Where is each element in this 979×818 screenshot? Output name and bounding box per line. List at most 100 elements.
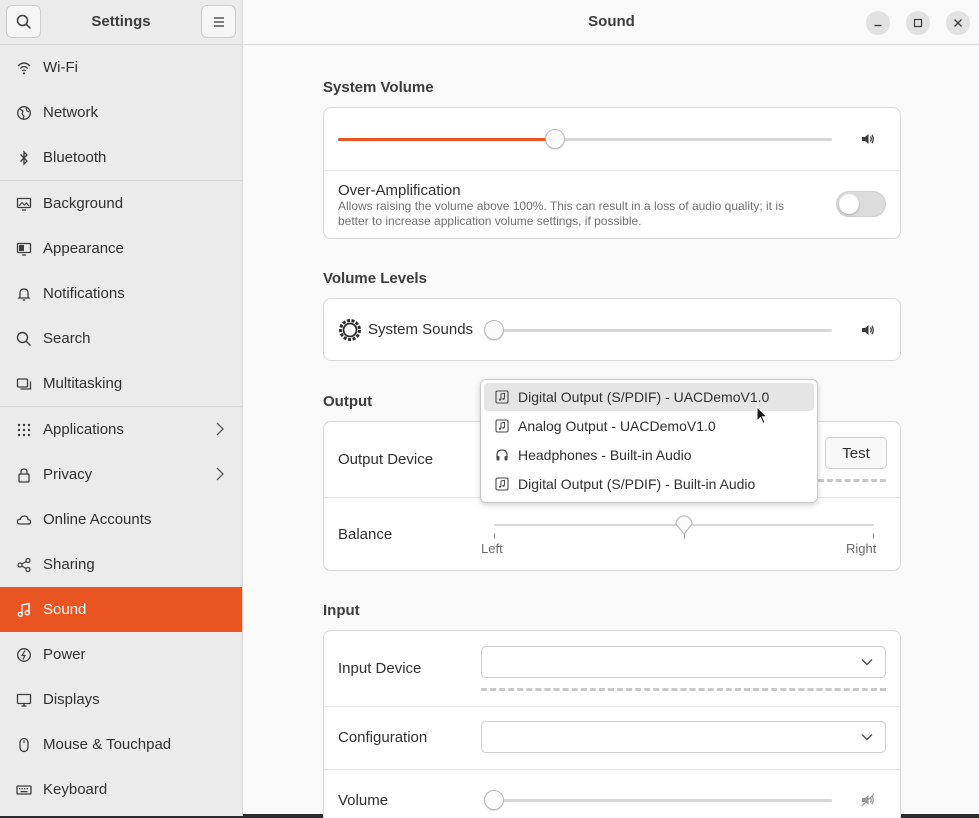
row-separator (324, 170, 900, 171)
sidebar-item-sharing[interactable]: Sharing (0, 542, 242, 587)
background-icon (15, 195, 32, 212)
sidebar-item-power[interactable]: Power (0, 632, 242, 677)
chevron-right-icon (216, 422, 224, 436)
row-separator (324, 769, 900, 770)
over-amplification-label: Over-Amplification (338, 182, 461, 199)
sidebar-item-multitasking[interactable]: Multitasking (0, 361, 242, 406)
system-volume-fill (338, 138, 556, 141)
cloud-icon (15, 511, 32, 528)
output-title: Output (323, 393, 373, 410)
dropdown-item[interactable]: Digital Output (S/PDIF) - Built-in Audio (484, 470, 814, 498)
mouse-icon (15, 736, 32, 753)
input-volume-label: Volume (338, 792, 389, 809)
sidebar-item-label: Applications (43, 421, 124, 438)
dropdown-item-label: Headphones - Built-in Audio (518, 447, 692, 463)
sidebar-item-privacy[interactable]: Privacy (0, 452, 242, 497)
grid-icon (15, 421, 32, 438)
menu-button[interactable] (201, 5, 236, 38)
sidebar-item-label: Bluetooth (43, 149, 107, 166)
sidebar-item-mouse-touchpad[interactable]: Mouse & Touchpad (0, 722, 242, 767)
sidebar-item-search[interactable]: Search (0, 316, 242, 361)
minimize-button[interactable] (866, 11, 890, 35)
content-header: Sound (244, 0, 979, 45)
over-amplification-description: Allows raising the volume above 100%. Th… (338, 199, 785, 228)
sidebar-item-applications[interactable]: Applications (0, 407, 242, 452)
sidebar-item-label: Online Accounts (43, 511, 152, 528)
sidebar-item-displays[interactable]: Displays (0, 677, 242, 722)
speaker-muted-icon[interactable] (860, 792, 876, 808)
dropdown-item-label: Digital Output (S/PDIF) - UACDemoV1.0 (518, 389, 770, 405)
speaker-icon[interactable] (860, 131, 876, 147)
over-amplification-toggle[interactable] (836, 191, 886, 217)
sidebar-item-label: Search (43, 330, 91, 347)
dropdown-item-label: Digital Output (S/PDIF) - Built-in Audio (518, 476, 756, 492)
chevron-down-icon (861, 734, 873, 741)
toggle-knob (839, 194, 859, 214)
balance-knob[interactable] (674, 515, 694, 537)
dropdown-item-label: Analog Output - UACDemoV1.0 (518, 418, 716, 434)
system-volume-knob[interactable] (545, 129, 566, 149)
speaker-icon[interactable] (860, 322, 876, 338)
mouse-cursor-icon (756, 406, 769, 425)
system-sounds-gear-icon (339, 319, 361, 341)
sidebar-item-label: Multitasking (43, 375, 123, 392)
keyboard-icon (15, 781, 32, 798)
system-volume-title: System Volume (323, 79, 434, 96)
network-icon (15, 104, 32, 121)
music-file-icon (495, 390, 509, 404)
maximize-button[interactable] (906, 11, 930, 35)
sidebar-item-bluetooth[interactable]: Bluetooth (0, 135, 242, 180)
sidebar-item-network[interactable]: Network (0, 90, 242, 135)
chevron-right-icon (216, 467, 224, 481)
system-sounds-slider[interactable] (494, 329, 832, 332)
test-button[interactable]: Test (825, 437, 887, 469)
balance-tick-left (494, 533, 495, 539)
bell-icon (15, 285, 32, 302)
dropdown-item[interactable]: Headphones - Built-in Audio (484, 441, 814, 469)
hamburger-icon (213, 16, 224, 27)
balance-left-label: Left (481, 541, 503, 556)
sidebar-header: Settings (0, 0, 242, 45)
lock-icon (15, 466, 32, 483)
bluetooth-icon (15, 149, 32, 166)
chevron-down-icon (861, 659, 873, 666)
minimize-icon (874, 24, 882, 27)
output-device-dropdown: Digital Output (S/PDIF) - UACDemoV1.0 An… (480, 379, 818, 503)
close-icon (954, 19, 962, 27)
input-device-combo[interactable] (481, 646, 886, 678)
system-sounds-knob[interactable] (484, 320, 504, 340)
sidebar-item-label: Network (43, 104, 99, 121)
sidebar-item-keyboard[interactable]: Keyboard (0, 767, 242, 812)
sidebar-item-wifi[interactable]: Wi-Fi (0, 45, 242, 90)
sidebar-item-label: Notifications (43, 285, 125, 302)
sidebar-item-sound[interactable]: Sound (0, 587, 242, 632)
input-volume-knob[interactable] (484, 790, 504, 810)
close-button[interactable] (946, 11, 970, 35)
system-volume-card: Over-Amplification Allows raising the vo… (323, 107, 901, 239)
output-device-label: Output Device (338, 451, 434, 468)
search-icon (15, 330, 32, 347)
input-volume-slider[interactable] (494, 799, 832, 802)
sidebar-item-appearance[interactable]: Appearance (0, 226, 242, 271)
balance-right-label: Right (846, 541, 877, 556)
display-icon (15, 691, 32, 708)
share-icon (15, 556, 32, 573)
sidebar-item-label: Keyboard (43, 781, 108, 798)
volume-levels-card: System Sounds (323, 298, 901, 361)
sidebar-item-notifications[interactable]: Notifications (0, 271, 242, 316)
sidebar-item-label: Power (43, 646, 86, 663)
balance-label: Balance (338, 526, 393, 543)
sidebar-item-label: Displays (43, 691, 100, 708)
maximize-icon (913, 18, 923, 28)
headphones-icon (496, 449, 508, 461)
sidebar-item-label: Wi-Fi (43, 59, 78, 76)
sidebar-item-online-accounts[interactable]: Online Accounts (0, 497, 242, 542)
output-level-meter (818, 479, 886, 482)
music-note-icon (15, 601, 32, 618)
configuration-combo[interactable] (481, 721, 886, 753)
sidebar-item-background[interactable]: Background (0, 181, 242, 226)
sidebar: Settings Wi-Fi Network Bluetooth Backgro… (0, 0, 243, 816)
input-device-label: Input Device (338, 660, 422, 677)
input-title: Input (323, 602, 360, 619)
system-volume-slider[interactable] (338, 138, 832, 141)
